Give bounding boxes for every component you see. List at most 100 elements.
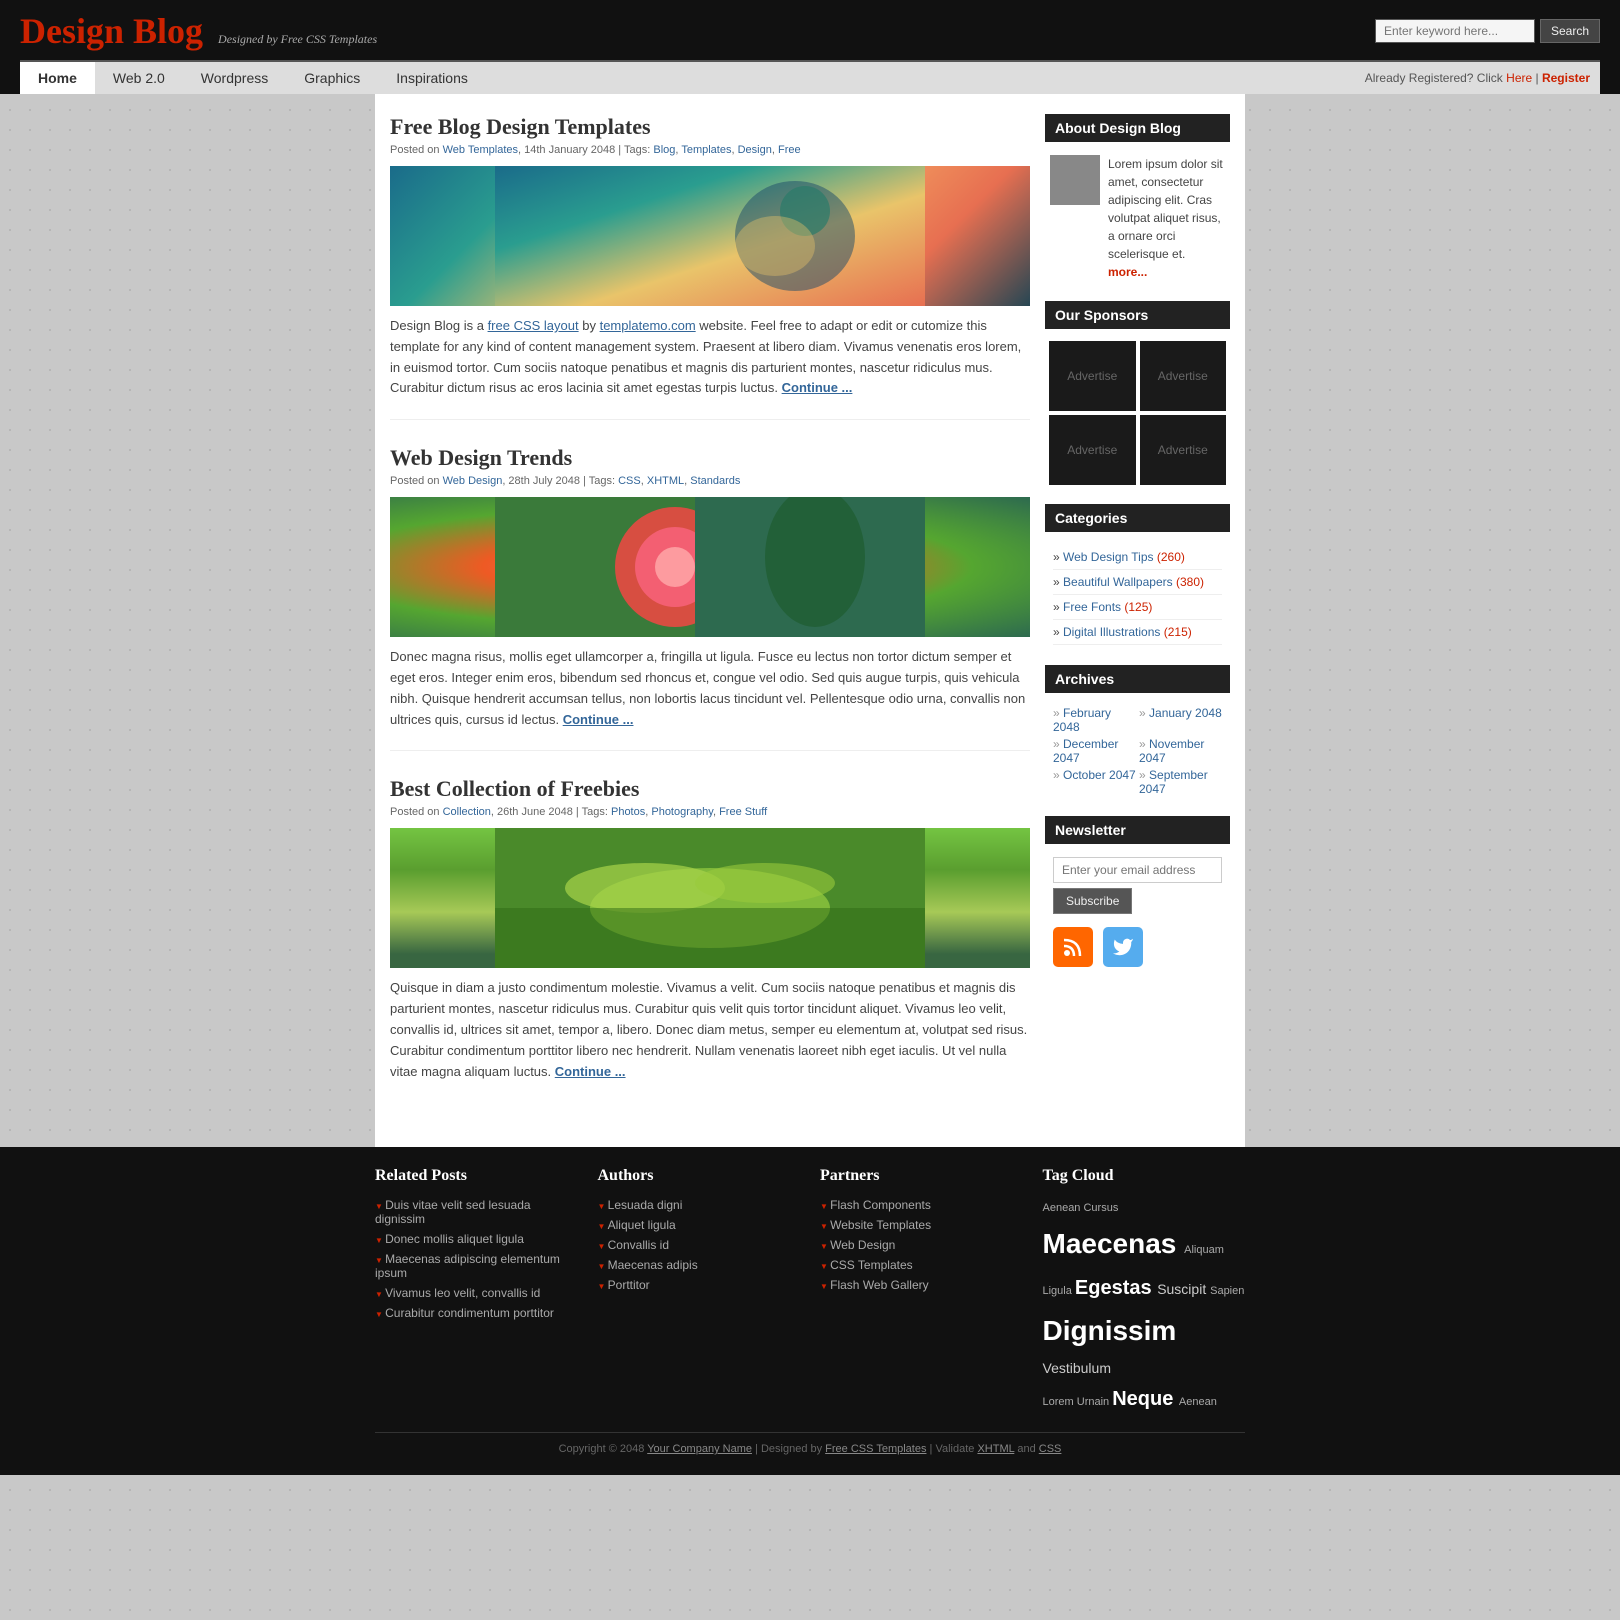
sponsor-1[interactable]: Advertise: [1049, 341, 1136, 411]
post-3-body: Quisque in diam a justo condimentum mole…: [390, 978, 1030, 1082]
newsletter-title: Newsletter: [1045, 816, 1230, 844]
post-1-continue[interactable]: Continue ...: [782, 380, 853, 395]
footer-partners-list: Flash Components Website Templates Web D…: [820, 1195, 1023, 1295]
tag-ligula[interactable]: Ligula: [1043, 1285, 1075, 1297]
archives-title: Archives: [1045, 665, 1230, 693]
newsletter-content: Subscribe: [1045, 852, 1230, 919]
company-name-link[interactable]: Your Company Name: [647, 1443, 752, 1455]
sponsors-grid: Advertise Advertise Advertise Advertise: [1045, 337, 1230, 489]
post-3: Best Collection of Freebies Posted on Co…: [390, 776, 1030, 1102]
newsletter-email-input[interactable]: [1053, 857, 1222, 883]
archive-4: November 2047: [1139, 737, 1222, 765]
logo: Design Blog: [20, 10, 203, 52]
about-content: Lorem ipsum dolor sit amet, consectetur …: [1045, 150, 1230, 286]
post-2-body: Donec magna risus, mollis eget ullamcorp…: [390, 647, 1030, 730]
post-2-continue[interactable]: Continue ...: [563, 712, 634, 727]
partner-3: Web Design: [820, 1235, 1023, 1255]
footer: Related Posts Duis vitae velit sed lesua…: [0, 1147, 1620, 1475]
post-1-body: Design Blog is a free CSS layout by temp…: [390, 316, 1030, 399]
copyright-text: Copyright © 2048: [559, 1443, 645, 1455]
sponsor-2[interactable]: Advertise: [1140, 341, 1227, 411]
tag-cloud-content: Aenean Cursus Maecenas Aliquam Ligula Eg…: [1043, 1195, 1246, 1417]
logo-design: Design: [20, 11, 124, 51]
here-link[interactable]: Here: [1506, 71, 1532, 85]
nav-item-graphics[interactable]: Graphics: [286, 62, 378, 94]
newsletter-subscribe-button[interactable]: Subscribe: [1053, 888, 1132, 914]
tag-urnain[interactable]: Urnain: [1077, 1396, 1112, 1408]
post-2-title: Web Design Trends: [390, 445, 1030, 471]
tag-aliquam[interactable]: Aliquam: [1184, 1244, 1224, 1256]
post-3-image: [390, 828, 1030, 968]
designed-by-link[interactable]: Free CSS Templates: [825, 1443, 926, 1455]
sponsor-4[interactable]: Advertise: [1140, 415, 1227, 485]
footer-partners: Partners Flash Components Website Templa…: [820, 1167, 1023, 1417]
rss-icon[interactable]: [1053, 927, 1093, 967]
about-widget: About Design Blog Lorem ipsum dolor sit …: [1045, 114, 1230, 286]
post-2-meta: Posted on Web Design, 28th July 2048 | T…: [390, 475, 1030, 487]
footer-authors: Authors Lesuada digni Aliquet ligula Con…: [598, 1167, 801, 1417]
tag-dignissim[interactable]: Dignissim: [1043, 1315, 1177, 1346]
post-3-continue[interactable]: Continue ...: [555, 1064, 626, 1079]
tag-aenean2[interactable]: Aenean: [1179, 1396, 1217, 1408]
related-3: Maecenas adipiscing elementum ipsum: [375, 1249, 578, 1283]
footer-tag-cloud: Tag Cloud Aenean Cursus Maecenas Aliquam…: [1043, 1167, 1246, 1417]
author-5: Porttitor: [598, 1275, 801, 1295]
post-1-meta: Posted on Web Templates, 14th January 20…: [390, 144, 1030, 156]
about-title: About Design Blog: [1045, 114, 1230, 142]
archive-2: January 2048: [1139, 706, 1222, 734]
partner-2: Website Templates: [820, 1215, 1023, 1235]
sponsors-title: Our Sponsors: [1045, 301, 1230, 329]
about-more-link[interactable]: more...: [1108, 265, 1147, 279]
post-1: Free Blog Design Templates Posted on Web…: [390, 114, 1030, 420]
tag-egestas[interactable]: Egestas: [1075, 1277, 1157, 1299]
tag-neque[interactable]: Neque: [1112, 1388, 1179, 1410]
tag-lorem[interactable]: Lorem: [1043, 1396, 1077, 1408]
nav-item-home[interactable]: Home: [20, 62, 95, 94]
about-body: Lorem ipsum dolor sit amet, consectetur …: [1108, 157, 1223, 261]
nav-item-wordpress[interactable]: Wordpress: [183, 62, 286, 94]
footer-related-posts: Related Posts Duis vitae velit sed lesua…: [375, 1167, 578, 1417]
tag-maecenas[interactable]: Maecenas: [1043, 1228, 1185, 1259]
twitter-icon[interactable]: [1103, 927, 1143, 967]
cat-item-2: » Beautiful Wallpapers (380): [1053, 570, 1222, 595]
nav-item-web20[interactable]: Web 2.0: [95, 62, 183, 94]
post-1-image: [390, 166, 1030, 306]
tag-sapien[interactable]: Sapien: [1210, 1285, 1244, 1297]
categories-widget: Categories » Web Design Tips (260) » Bea…: [1045, 504, 1230, 650]
tag-vestibulum[interactable]: Vestibulum: [1043, 1360, 1111, 1376]
cat-item-1: » Web Design Tips (260): [1053, 545, 1222, 570]
tag-cursus[interactable]: Cursus: [1083, 1202, 1118, 1214]
about-text: Lorem ipsum dolor sit amet, consectetur …: [1108, 155, 1225, 281]
sidebar: About Design Blog Lorem ipsum dolor sit …: [1045, 114, 1230, 1127]
validate-xhtml-link[interactable]: XHTML: [977, 1443, 1014, 1455]
post-1-meta-link1[interactable]: Web Templates: [443, 144, 518, 156]
author-3: Convallis id: [598, 1235, 801, 1255]
archive-3: December 2047: [1053, 737, 1136, 765]
author-2: Aliquet ligula: [598, 1215, 801, 1235]
tagline: Designed by Free CSS Templates: [218, 32, 377, 47]
logo-wrap: Design Blog Designed by Free CSS Templat…: [20, 10, 377, 52]
sponsor-3[interactable]: Advertise: [1049, 415, 1136, 485]
logo-blog: Blog: [133, 11, 203, 51]
search-box: Search: [1375, 19, 1600, 43]
archives-grid: February 2048 January 2048 December 2047…: [1045, 701, 1230, 801]
footer-columns: Related Posts Duis vitae velit sed lesua…: [375, 1167, 1245, 1417]
validate-css-link[interactable]: CSS: [1039, 1443, 1062, 1455]
social-icons: [1045, 919, 1230, 975]
footer-related-title: Related Posts: [375, 1167, 578, 1185]
search-button[interactable]: Search: [1540, 19, 1600, 43]
header: Design Blog Designed by Free CSS Templat…: [0, 0, 1620, 94]
partner-5: Flash Web Gallery: [820, 1275, 1023, 1295]
related-1: Duis vitae velit sed lesuada dignissim: [375, 1195, 578, 1229]
categories-title: Categories: [1045, 504, 1230, 532]
footer-tag-cloud-title: Tag Cloud: [1043, 1167, 1246, 1185]
register-link[interactable]: Register: [1542, 71, 1590, 85]
related-2: Donec mollis aliquet ligula: [375, 1229, 578, 1249]
archive-5: October 2047: [1053, 768, 1136, 796]
tag-aenean[interactable]: Aenean: [1043, 1202, 1084, 1214]
tag-suscipit[interactable]: Suscipit: [1157, 1281, 1210, 1297]
cat-item-4: » Digital Illustrations (215): [1053, 620, 1222, 645]
post-3-meta: Posted on Collection, 26th June 2048 | T…: [390, 806, 1030, 818]
nav-item-inspirations[interactable]: Inspirations: [378, 62, 486, 94]
search-input[interactable]: [1375, 19, 1535, 43]
